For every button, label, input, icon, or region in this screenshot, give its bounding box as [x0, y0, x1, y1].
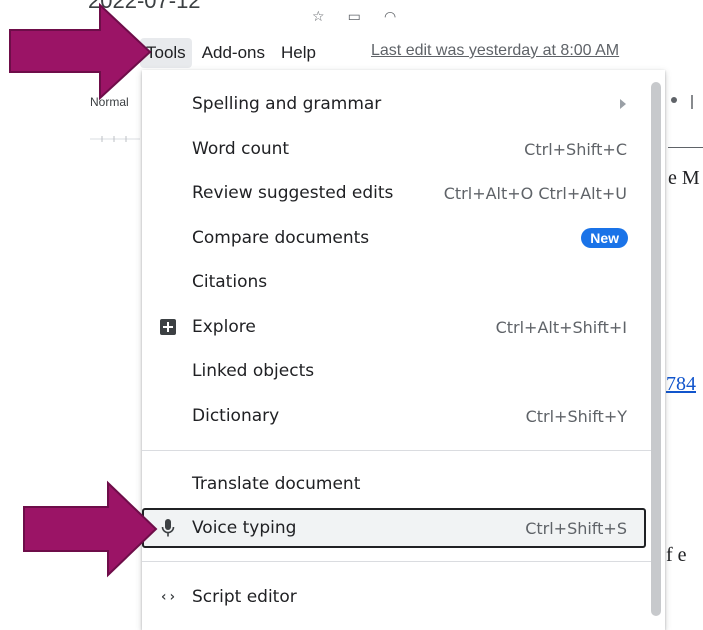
menu-item-shortcut: Ctrl+Alt+Shift+I	[495, 317, 627, 337]
new-badge: New	[581, 228, 628, 248]
menu-item-label: Voice typing	[192, 518, 297, 538]
menu-item-label: Word count	[192, 139, 290, 159]
menu-item-dictionary[interactable]: Dictionary Ctrl+Shift+Y	[142, 397, 652, 435]
menu-item-shortcut: Ctrl+Shift+C	[524, 139, 627, 159]
menu-item-explore[interactable]: Explore Ctrl+Alt+Shift+I	[142, 308, 652, 346]
menu-divider	[142, 450, 652, 451]
annotation-arrow-voice-typing	[23, 480, 158, 578]
code-icon: ‹›	[159, 589, 177, 605]
menu-item-spelling-grammar[interactable]: Spelling and grammar	[142, 85, 652, 123]
menu-item-linked-objects[interactable]: Linked objects	[142, 352, 652, 390]
menu-item-label: Linked objects	[192, 361, 315, 381]
menu-item-label: Translate document	[192, 474, 361, 494]
submenu-arrow-icon	[620, 99, 626, 109]
menu-item-label: Review suggested edits	[192, 183, 394, 203]
last-edit-link[interactable]: Last edit was yesterday at 8:00 AM	[371, 42, 619, 60]
menu-divider	[142, 561, 652, 562]
cloud-status-icon[interactable]: ◠	[384, 9, 396, 25]
menu-item-voice-typing[interactable]: Voice typing Ctrl+Shift+S	[142, 509, 652, 547]
doc-rule	[668, 147, 703, 148]
toolbar-fragment	[671, 95, 693, 109]
microphone-icon	[159, 519, 177, 537]
menu-item-label: Script editor	[192, 587, 297, 607]
title-icons: ☆ ▭ ◠	[312, 6, 414, 25]
menu-item-compare-documents[interactable]: Compare documents New	[142, 219, 652, 257]
doc-text-fragment: e M	[668, 167, 700, 189]
menu-item-label: Spelling and grammar	[192, 94, 382, 114]
menu-item-shortcut: Ctrl+Shift+Y	[525, 406, 627, 426]
star-icon[interactable]: ☆	[312, 9, 325, 25]
menu-addons[interactable]: Add-ons	[196, 38, 271, 68]
doc-link-fragment[interactable]: 784	[666, 373, 696, 396]
menu-item-word-count[interactable]: Word count Ctrl+Shift+C	[142, 130, 652, 168]
menu-item-label: Citations	[192, 272, 268, 292]
menu-item-label: Dictionary	[192, 406, 280, 426]
menu-item-label: Compare documents	[192, 228, 370, 248]
tools-menu-dropdown: Spelling and grammar Word count Ctrl+Shi…	[142, 70, 665, 630]
menu-help[interactable]: Help	[275, 38, 322, 68]
menu-item-review-edits[interactable]: Review suggested edits Ctrl+Alt+O Ctrl+A…	[142, 174, 652, 212]
menu-item-label: Explore	[192, 317, 256, 337]
menu-item-script-editor[interactable]: ‹› Script editor	[142, 578, 652, 616]
ruler	[90, 136, 140, 142]
move-icon[interactable]: ▭	[348, 9, 361, 25]
doc-text-fragment-2: f e	[666, 544, 687, 566]
explore-icon	[159, 318, 177, 336]
menu-item-citations[interactable]: Citations	[142, 263, 652, 301]
menu-bar: Tools Add-ons Help	[140, 38, 326, 68]
menu-item-shortcut: Ctrl+Alt+O Ctrl+Alt+U	[443, 183, 627, 203]
menu-item-translate-document[interactable]: Translate document	[142, 465, 652, 503]
annotation-arrow-tools	[9, 2, 152, 100]
menu-item-shortcut: Ctrl+Shift+S	[525, 518, 627, 538]
menu-scrollbar[interactable]	[651, 82, 661, 616]
